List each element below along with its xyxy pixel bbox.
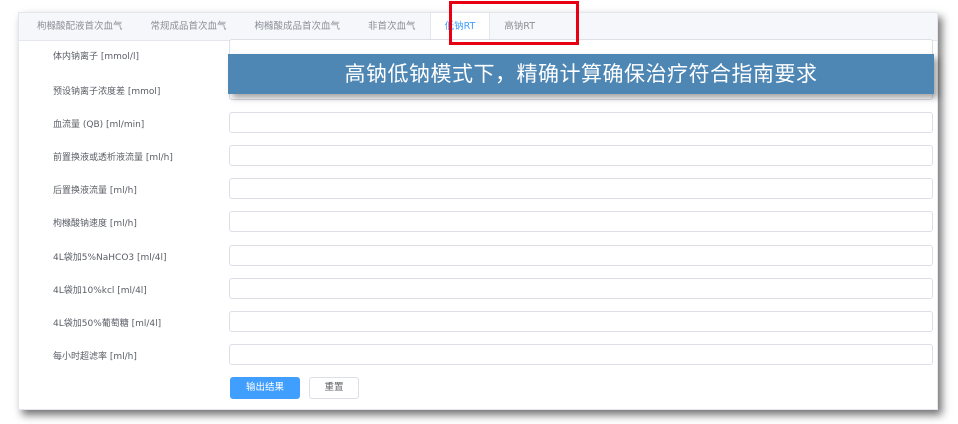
tab-citrate-product-first-blood-gas[interactable]: 枸橼酸成品首次血气 <box>241 13 355 40</box>
label-hourly-ultrafiltration: 每小时超滤率 [ml/h] <box>53 352 137 362</box>
input-hourly-ultrafiltration[interactable] <box>229 344 933 365</box>
submit-button[interactable]: 输出结果 <box>230 377 300 399</box>
label-pre-dilution-flow: 前置换液或透析液流量 [ml/h] <box>53 153 173 163</box>
label-blood-flow: 血流量 (QB) [ml/min] <box>53 120 145 130</box>
input-citrate-speed[interactable] <box>229 211 933 232</box>
tab-low-sodium-rt[interactable]: 低钠RT <box>429 13 491 40</box>
input-glucose-additive[interactable] <box>229 311 933 332</box>
label-post-dilution-flow: 后置换液流量 [ml/h] <box>53 186 137 196</box>
input-pre-dilution-flow[interactable] <box>229 145 933 166</box>
input-blood-flow[interactable] <box>229 112 933 133</box>
label-body-sodium: 体内钠离子 [mmol/l] <box>53 52 139 62</box>
tab-non-first-blood-gas[interactable]: 非首次血气 <box>354 13 430 40</box>
label-citrate-speed: 枸橼酸钠速度 [ml/h] <box>53 219 137 229</box>
input-post-dilution-flow[interactable] <box>229 178 933 199</box>
tab-standard-product-first-blood-gas[interactable]: 常规成品首次血气 <box>137 13 241 40</box>
tab-citrate-mix-first-blood-gas[interactable]: 枸橼酸配液首次血气 <box>23 13 137 40</box>
input-nahco3-additive[interactable] <box>229 245 933 266</box>
label-kcl-additive: 4L袋加10%kcl [ml/4l] <box>53 286 147 296</box>
tab-high-sodium-rt[interactable]: 高钠RT <box>490 13 549 40</box>
input-kcl-additive[interactable] <box>229 278 933 299</box>
label-nahco3-additive: 4L袋加5%NaHCO3 [ml/4l] <box>53 253 167 263</box>
annotation-banner: 高钠低钠模式下，精确计算确保治疗符合指南要求 <box>228 54 934 94</box>
tab-bar: 枸橼酸配液首次血气 常规成品首次血气 枸橼酸成品首次血气 非首次血气 低钠RT … <box>19 13 937 41</box>
label-glucose-additive: 4L袋加50%葡萄糖 [ml/4l] <box>53 319 162 329</box>
reset-button[interactable]: 重置 <box>309 377 359 399</box>
label-sodium-difference: 预设钠离子浓度差 [mmol] <box>53 87 161 97</box>
